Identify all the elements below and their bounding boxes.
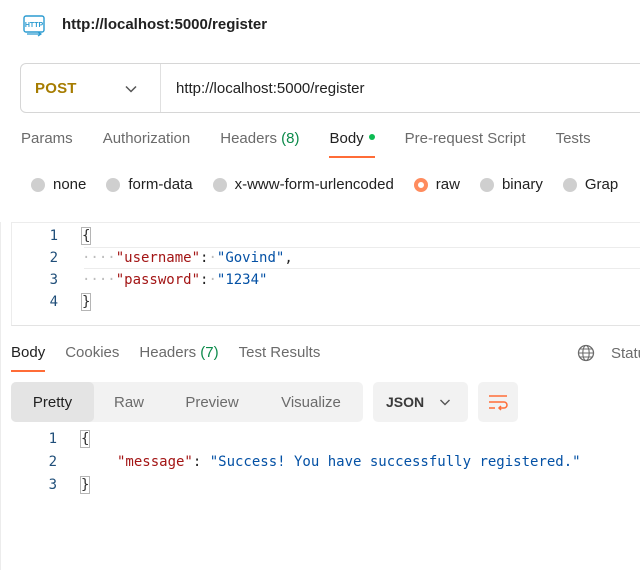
radio-label: binary	[501, 176, 543, 193]
chevron-down-icon	[440, 399, 450, 406]
tab-label: Body	[11, 344, 46, 361]
request-title[interactable]: http://localhost:5000/register	[62, 16, 267, 33]
code-line: 3 ····"password":·"1234"	[12, 269, 640, 291]
tab-label: Tests	[555, 130, 591, 147]
tab-response-body[interactable]: Body	[11, 344, 46, 372]
radio-x-www-form-urlencoded[interactable]: x-www-form-urlencoded	[212, 176, 394, 193]
open-brace: {	[79, 430, 91, 448]
tab-pre-request-script[interactable]: Pre-request Script	[405, 130, 526, 158]
tab-test-results[interactable]: Test Results	[239, 344, 321, 372]
http-request-icon: HTTP	[20, 9, 50, 39]
tab-response-headers[interactable]: Headers (7)	[139, 344, 218, 372]
json-value: "1234"	[216, 272, 268, 288]
tab-body[interactable]: Body	[329, 130, 375, 158]
code-line: 1 {	[12, 225, 640, 247]
response-view-modes: Pretty Raw Preview Visualize	[11, 382, 363, 422]
line-number: 3	[49, 272, 58, 288]
radio-button[interactable]	[479, 177, 494, 192]
wrap-lines-icon	[489, 395, 508, 411]
line-number: 2	[49, 250, 58, 266]
json-key: "message"	[117, 454, 193, 470]
code-line: 2 "message": "Success! You have successf…	[11, 451, 640, 473]
radio-raw[interactable]: raw	[413, 176, 460, 193]
close-brace: }	[79, 476, 91, 494]
line-number: 4	[49, 294, 58, 310]
tab-label: Body	[329, 130, 364, 147]
json-key: "username"	[115, 250, 201, 266]
radio-button[interactable]	[106, 177, 121, 192]
body-mode-options: none form-data x-www-form-urlencoded raw…	[31, 176, 638, 193]
url-input[interactable]: http://localhost:5000/register	[161, 80, 364, 97]
view-visualize[interactable]: Visualize	[260, 382, 362, 422]
json-key: "password"	[115, 272, 201, 288]
method-selector[interactable]: POST	[21, 64, 161, 112]
line-number: 3	[48, 477, 57, 493]
radio-button[interactable]	[31, 177, 45, 192]
wrap-lines-button[interactable]	[478, 382, 518, 422]
radio-label: x-www-form-urlencoded	[234, 176, 394, 193]
code-line: 3 }	[11, 474, 640, 496]
radio-graphql[interactable]: Grap	[562, 176, 619, 193]
radio-label: none	[53, 176, 87, 193]
tab-label: Cookies	[65, 344, 120, 361]
radio-binary[interactable]: binary	[479, 176, 543, 193]
format-dropdown[interactable]: JSON	[373, 382, 468, 422]
open-brace: {	[80, 227, 92, 245]
panel-divider	[0, 222, 1, 570]
radio-none[interactable]: none	[31, 176, 86, 193]
headers-count: (8)	[281, 130, 300, 147]
globe-icon[interactable]	[577, 344, 595, 362]
radio-button[interactable]	[562, 177, 577, 192]
response-body-viewer[interactable]: 1 { 2 "message": "Success! You have succ…	[11, 428, 640, 498]
json-comma: ,	[284, 250, 293, 266]
json-value: "Success! You have successfully register…	[209, 454, 581, 470]
body-indicator-dot	[368, 134, 375, 141]
code-line: 4 }	[12, 291, 640, 313]
tab-headers[interactable]: Headers (8)	[220, 130, 299, 158]
view-pretty[interactable]: Pretty	[11, 382, 94, 422]
tab-label: Pre-request Script	[404, 130, 526, 147]
tab-label: Params	[21, 130, 73, 147]
code-line: 2 ····"username":·"Govind",	[12, 247, 640, 269]
tab-label: Headers	[220, 130, 277, 147]
radio-form-data[interactable]: form-data	[106, 176, 193, 193]
view-preview[interactable]: Preview	[164, 382, 260, 422]
radio-label: Grap	[584, 176, 619, 193]
request-body-editor[interactable]: 1 { 2 ····"username":·"Govind", 3 ····"p…	[11, 222, 640, 326]
radio-button[interactable]	[212, 177, 227, 192]
status-label: Statu	[611, 345, 640, 362]
request-tabs: Params Authorization Headers (8) Body Pr…	[21, 130, 621, 158]
line-number: 2	[48, 454, 57, 470]
view-raw[interactable]: Raw	[94, 382, 164, 422]
url-bar: POST http://localhost:5000/register	[20, 63, 640, 113]
code-line: 1 {	[11, 428, 640, 450]
radio-label: raw	[435, 176, 460, 193]
request-title-bar: HTTP http://localhost:5000/register	[20, 8, 267, 40]
tab-tests[interactable]: Tests	[556, 130, 591, 158]
line-number: 1	[49, 228, 58, 244]
tab-label: Headers	[139, 344, 197, 361]
line-number: 1	[48, 431, 57, 447]
tab-label: Test Results	[238, 344, 321, 361]
headers-count: (7)	[200, 344, 219, 361]
tab-authorization[interactable]: Authorization	[103, 130, 191, 158]
response-tabs: Body Cookies Headers (7) Test Results	[11, 344, 340, 372]
tab-label: Authorization	[102, 130, 191, 147]
chevron-down-icon	[125, 85, 137, 93]
tab-cookies[interactable]: Cookies	[65, 344, 119, 372]
radio-button-selected[interactable]	[413, 177, 428, 192]
format-label: JSON	[386, 394, 425, 410]
svg-text:HTTP: HTTP	[25, 22, 44, 29]
method-label: POST	[35, 79, 77, 97]
tab-params[interactable]: Params	[21, 130, 73, 158]
json-value: "Govind"	[216, 250, 285, 266]
radio-label: form-data	[128, 176, 193, 193]
close-brace: }	[80, 293, 92, 311]
